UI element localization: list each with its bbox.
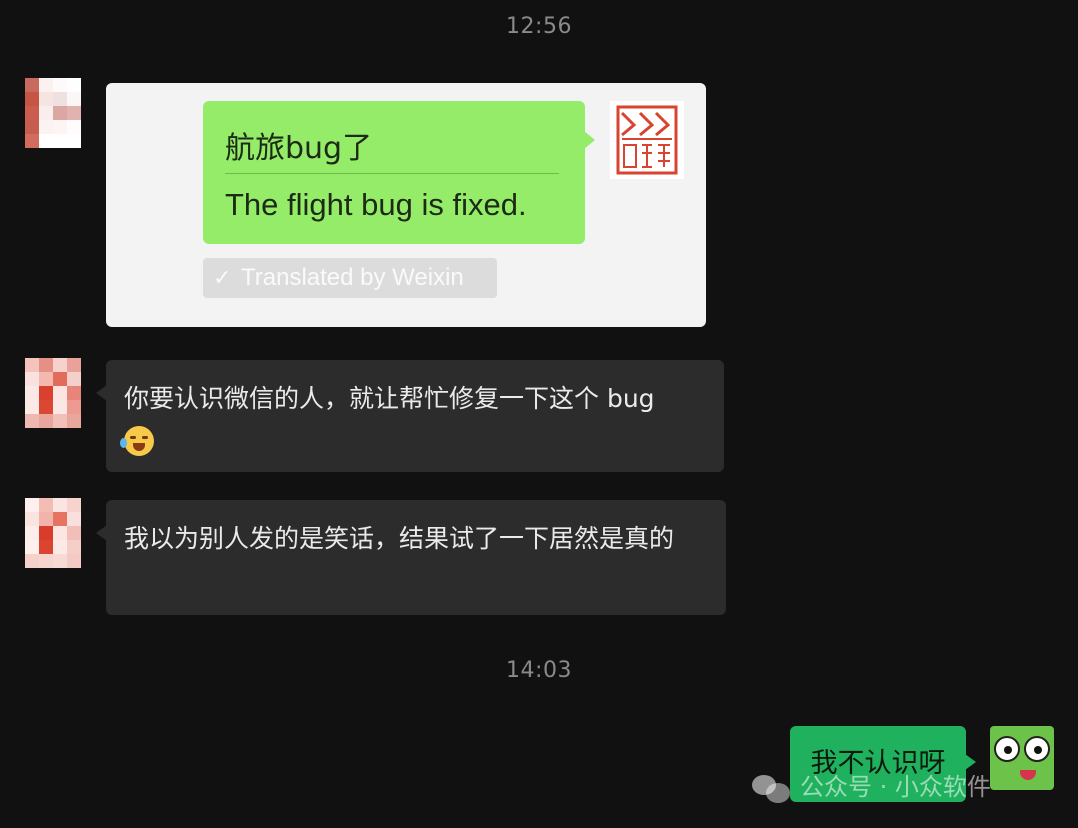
watermark-text: 公众号 · 小众软件	[800, 773, 991, 801]
message-bubble[interactable]: 我以为别人发的是笑话，结果试了一下居然是真的	[96, 500, 726, 615]
screenshot-original-text: 航旅bug了	[225, 131, 373, 166]
message-bubble[interactable]: 你要认识微信的人，就让帮忙修复一下这个 bug	[96, 360, 724, 472]
avatar[interactable]	[25, 358, 81, 428]
laughing-crying-emoji-icon	[120, 426, 154, 456]
screenshot-bubble: 航旅bug了 The flight bug is fixed.	[203, 101, 595, 244]
image-message[interactable]: 航旅bug了 The flight bug is fixed. ✓ Transl…	[106, 83, 706, 327]
seal-avatar-icon	[610, 101, 684, 179]
timestamp: 12:56	[506, 14, 572, 39]
wechat-logo-icon	[752, 773, 792, 803]
translated-badge: ✓ Translated by Weixin	[203, 258, 497, 298]
timestamp: 14:03	[506, 658, 572, 683]
translated-label: Translated by Weixin	[241, 264, 464, 291]
screenshot-translation-text: The flight bug is fixed.	[225, 187, 527, 222]
divider	[225, 173, 559, 174]
message-text: 你要认识微信的人，就让帮忙修复一下这个 bug	[124, 384, 655, 413]
frog-avatar[interactable]	[990, 726, 1054, 790]
watermark: 公众号 · 小众软件	[752, 770, 991, 804]
avatar[interactable]	[25, 498, 81, 568]
check-icon: ✓	[213, 265, 232, 290]
message-text: 我以为别人发的是笑话，结果试了一下居然是真的	[124, 524, 675, 553]
avatar[interactable]	[25, 78, 81, 148]
